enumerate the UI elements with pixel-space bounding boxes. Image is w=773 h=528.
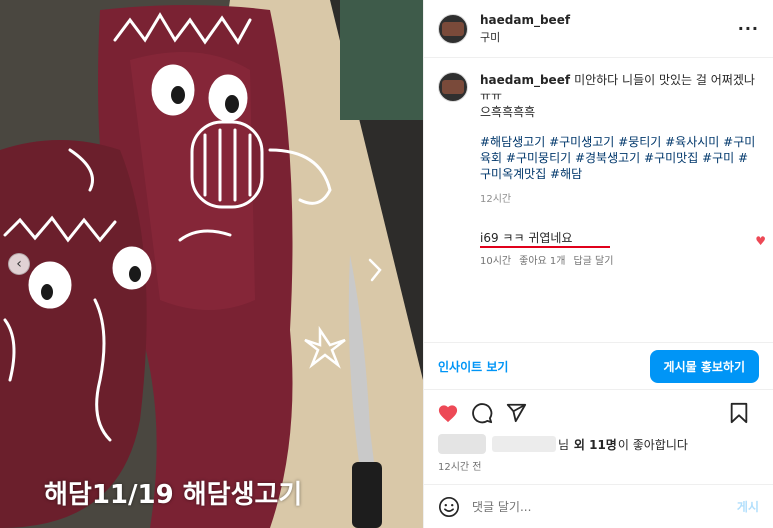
comment-bubble-icon <box>472 403 493 424</box>
reply-text: i69 ㅋㅋ 귀엽네요 <box>480 231 573 245</box>
author-username[interactable]: haedam_beef <box>480 13 738 27</box>
caption-hashtags[interactable]: #해담생고기 #구미생고기 #뭉티기 #육사시미 #구미육회 #구미뭉티기 #경… <box>480 134 759 182</box>
reply-to-comment-button[interactable]: 답글 달기 <box>573 252 613 267</box>
media-caption-text: 해담11/19 해담생고기 <box>44 480 303 510</box>
comments-section[interactable]: haedam_beef 미안하다 니들이 맛있는 걸 어쩌겠나 ㅠㅠ 으흑흑흑흑 … <box>424 58 773 340</box>
share-button[interactable] <box>504 401 528 425</box>
meat-photo-illustration <box>0 0 423 528</box>
reply-meta: 10시간 좋아요 1개 답글 달기 <box>480 252 770 267</box>
save-button[interactable] <box>727 401 751 425</box>
owner-action-bar: 인사이트 보기 게시물 홍보하기 <box>424 342 773 390</box>
likes-suffix: 이 좋아합니다 <box>617 437 688 452</box>
liker-name-blurred <box>492 436 556 452</box>
more-options-button[interactable]: ··· <box>738 19 759 38</box>
bookmark-icon <box>730 402 748 424</box>
emoji-button[interactable] <box>438 496 460 518</box>
post-header: haedam_beef 구미 ··· <box>424 0 773 58</box>
chevron-left-icon: ‹ <box>16 256 22 272</box>
author-info: haedam_beef 구미 <box>480 13 738 45</box>
likes-summary[interactable]: 님 외 11명 이 좋아합니다 <box>438 434 759 454</box>
caption-body: haedam_beef 미안하다 니들이 맛있는 걸 어쩌겠나 ㅠㅠ 으흑흑흑흑 … <box>480 72 759 208</box>
caption-username[interactable]: haedam_beef <box>480 73 570 87</box>
comment-button[interactable] <box>470 401 494 425</box>
caption-timestamp: 12시간 <box>480 194 512 205</box>
like-button[interactable] <box>436 401 460 425</box>
author-avatar[interactable] <box>438 13 468 44</box>
caption-author-avatar[interactable] <box>438 72 468 102</box>
reply-likes-count[interactable]: 좋아요 1개 <box>519 252 565 267</box>
add-comment-bar: 게시 <box>424 484 773 528</box>
promote-post-button[interactable]: 게시물 홍보하기 <box>649 349 759 383</box>
view-insights-link[interactable]: 인사이트 보기 <box>438 358 508 375</box>
post-timestamp: 12시간 전 <box>438 462 482 473</box>
previous-slide-button[interactable]: ‹ <box>8 253 30 275</box>
likes-name-suffix: 님 <box>558 437 570 452</box>
heart-filled-icon <box>438 405 458 423</box>
post-location[interactable]: 구미 <box>480 29 738 45</box>
post-side-panel: haedam_beef 구미 ··· haedam_beef 미안하다 니들이 맛… <box>423 0 773 528</box>
liker-avatar-blurred <box>438 434 486 454</box>
smiley-face-icon <box>439 496 459 517</box>
caption-text-line2: 으흑흑흑흑 <box>480 105 536 119</box>
paper-plane-icon <box>506 403 527 423</box>
post-media[interactable]: ‹ 해담11/19 해담생고기 <box>0 0 423 528</box>
post-actions <box>436 398 761 428</box>
reply-timestamp: 10시간 <box>480 256 512 267</box>
red-underline-mark <box>480 246 610 248</box>
heart-filled-icon[interactable]: ♥ <box>755 234 766 248</box>
post-comment-button[interactable]: 게시 <box>737 498 759 515</box>
comment-input[interactable] <box>472 499 737 514</box>
caption-row: haedam_beef 미안하다 니들이 맛있는 걸 어쩌겠나 ㅠㅠ 으흑흑흑흑 … <box>438 72 759 208</box>
likes-others-count[interactable]: 외 11명 <box>574 436 617 453</box>
comment-reply: i69 ㅋㅋ 귀엽네요 10시간 좋아요 1개 답글 달기 ♥ <box>480 230 770 267</box>
